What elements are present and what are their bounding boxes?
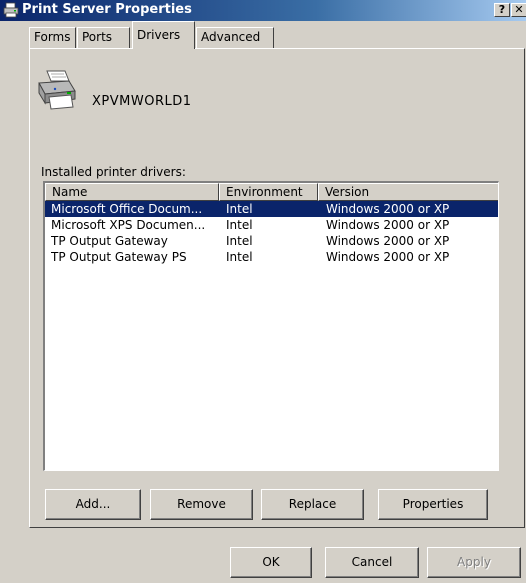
driver-environment: Intel <box>226 202 253 216</box>
print-server-properties-dialog: Print Server Properties ? ✕ Forms Ports … <box>0 0 526 583</box>
printer-icon <box>3 2 19 18</box>
remove-button[interactable]: Remove <box>150 489 253 520</box>
close-button[interactable]: ✕ <box>511 3 526 17</box>
add-button[interactable]: Add... <box>45 489 141 520</box>
tab-drivers[interactable]: Drivers <box>132 21 195 49</box>
driver-version: Windows 2000 or XP <box>326 202 450 216</box>
printer-server-icon <box>38 70 76 110</box>
driver-environment: Intel <box>226 234 253 248</box>
driver-version: Windows 2000 or XP <box>326 218 450 232</box>
tab-advanced[interactable]: Advanced <box>196 27 274 48</box>
tab-forms[interactable]: Forms <box>29 27 76 48</box>
column-header-environment[interactable]: Environment <box>219 183 318 201</box>
drivers-list[interactable]: Name Environment Version Microsoft Offic… <box>43 181 499 471</box>
table-row[interactable]: Microsoft XPS Documen... Intel Windows 2… <box>45 217 498 233</box>
drivers-panel: XPVMWORLD1 Installed printer drivers: Na… <box>29 48 525 528</box>
table-row[interactable]: TP Output Gateway PS Intel Windows 2000 … <box>45 249 498 265</box>
server-name: XPVMWORLD1 <box>92 94 192 109</box>
help-button[interactable]: ? <box>494 3 510 17</box>
driver-environment: Intel <box>226 218 253 232</box>
tab-ports[interactable]: Ports <box>77 27 130 48</box>
tab-strip: Forms Ports Drivers Advanced <box>0 21 526 49</box>
drivers-rows: Microsoft Office Docum... Intel Windows … <box>45 201 498 265</box>
driver-environment: Intel <box>226 250 253 264</box>
column-header-version[interactable]: Version <box>318 183 498 201</box>
replace-button[interactable]: Replace <box>261 489 364 520</box>
table-row[interactable]: Microsoft Office Docum... Intel Windows … <box>45 201 498 217</box>
driver-version: Windows 2000 or XP <box>326 250 450 264</box>
ok-button[interactable]: OK <box>230 547 312 578</box>
table-row[interactable]: TP Output Gateway Intel Windows 2000 or … <box>45 233 498 249</box>
driver-name: Microsoft Office Docum... <box>51 202 203 216</box>
driver-version: Windows 2000 or XP <box>326 234 450 248</box>
column-header-name[interactable]: Name <box>45 183 219 201</box>
cancel-button[interactable]: Cancel <box>325 547 419 578</box>
apply-button[interactable]: Apply <box>427 547 521 578</box>
driver-name: TP Output Gateway PS <box>51 250 187 264</box>
driver-name: TP Output Gateway <box>51 234 168 248</box>
window-title: Print Server Properties <box>22 2 192 17</box>
driver-name: Microsoft XPS Documen... <box>51 218 206 232</box>
title-bar[interactable]: Print Server Properties ? ✕ <box>0 0 526 21</box>
properties-button[interactable]: Properties <box>378 489 488 520</box>
installed-drivers-label: Installed printer drivers: <box>41 165 186 179</box>
